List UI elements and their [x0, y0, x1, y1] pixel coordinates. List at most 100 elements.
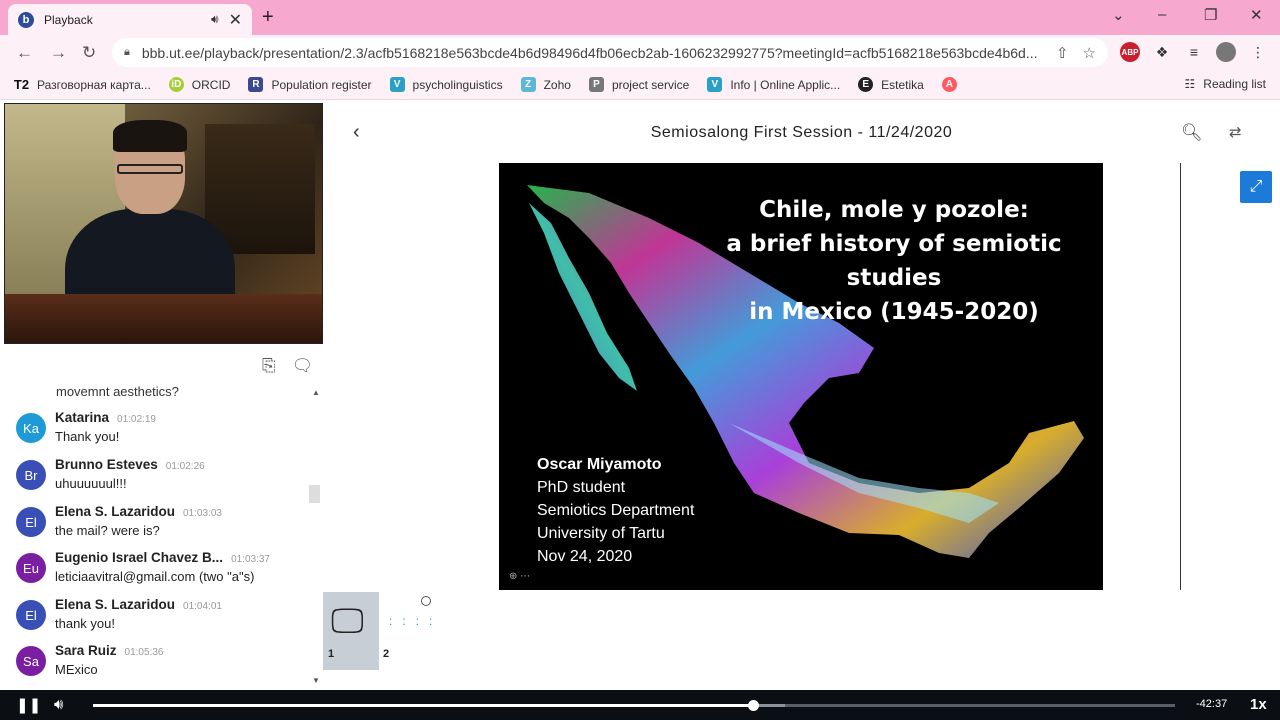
- author-position: PhD student: [537, 479, 626, 496]
- profile-avatar-icon[interactable]: [1216, 42, 1236, 62]
- reading-list-label: Reading list: [1203, 77, 1266, 91]
- speaker-icon[interactable]: 🔊︎: [211, 12, 219, 27]
- chevron-down-icon[interactable]: ⌄: [1112, 6, 1125, 24]
- forward-icon[interactable]: →: [50, 43, 67, 63]
- scroll-down-icon[interactable]: ▼: [312, 676, 320, 685]
- restore-icon[interactable]: ❐: [1204, 6, 1217, 24]
- browser-toolbar: ← → ↻ 🔒︎ bbb.ut.ee/playback/presentation…: [0, 35, 1280, 70]
- lock-icon[interactable]: 🔒︎: [124, 46, 130, 59]
- chat-time: 01:03:03: [183, 508, 222, 519]
- population-register-icon: R: [248, 77, 264, 92]
- chat-author: Elena S. Lazaridou 01:03:03: [55, 504, 222, 519]
- playback-speed-button[interactable]: 1x: [1250, 696, 1267, 713]
- browser-tab[interactable]: b Playback 🔊︎ ✕: [8, 4, 252, 35]
- swap-layout-icon[interactable]: ⇄: [1229, 123, 1242, 141]
- window-close-icon[interactable]: ✕: [1250, 6, 1263, 24]
- chat-text: Thank you!: [55, 429, 120, 444]
- tab-title: Playback: [44, 12, 93, 27]
- chat-scrollbar-thumb[interactable]: [309, 485, 320, 503]
- presentation-slide: Chile, mole y pozole: a brief history of…: [499, 163, 1103, 590]
- bookmark-item[interactable]: R Population register: [248, 77, 372, 92]
- search-icon[interactable]: 🔍︎: [1181, 123, 1203, 143]
- chat-time: 01:02:26: [165, 461, 205, 472]
- bookmark-item[interactable]: Z Zoho: [520, 77, 571, 92]
- bookmark-star-icon[interactable]: ☆: [1083, 44, 1096, 62]
- browser-tab-bar: b Playback 🔊︎ ✕ + ⌄ – ❐ ✕: [0, 0, 1280, 35]
- zoho-icon: Z: [520, 77, 536, 92]
- presentation-title: Semiosalong First Session - 11/24/2020: [650, 124, 953, 141]
- thumbnail-preview: ::::: [389, 614, 443, 628]
- airbnb-icon: A: [941, 77, 957, 92]
- chat-author: Elena S. Lazaridou 01:04:01: [55, 597, 222, 612]
- copy-chat-icon[interactable]: ⎘: [262, 356, 276, 376]
- bookmark-item[interactable]: iD ORCID: [168, 77, 230, 92]
- extensions-puzzle-icon[interactable]: ❖: [1152, 42, 1172, 62]
- progress-handle[interactable]: [748, 700, 760, 711]
- bookmark-item[interactable]: V Info | Online Applic...: [707, 77, 840, 92]
- bookmark-item[interactable]: E Estetika: [858, 77, 924, 92]
- chat-message: Ka Katarina 01:02:19 Thank you!: [16, 410, 306, 454]
- minimize-icon[interactable]: –: [1158, 6, 1166, 23]
- orcid-icon: iD: [168, 77, 184, 92]
- scroll-up-icon[interactable]: ▲: [312, 388, 320, 397]
- chat-author: Eugenio Israel Chavez B... 01:03:37: [55, 550, 270, 565]
- media-control-icon[interactable]: ≡: [1184, 42, 1204, 62]
- bookmark-label: Разговорная карта...: [37, 77, 151, 92]
- progress-fill: [93, 704, 754, 707]
- bookmark-item[interactable]: A: [941, 77, 965, 92]
- bookmark-label: Population register: [271, 77, 372, 92]
- back-icon[interactable]: ←: [16, 43, 33, 63]
- chat-author: Katarina 01:02:19: [55, 410, 156, 425]
- project-service-icon: P: [588, 77, 604, 92]
- chat-message: Sa Sara Ruiz 01:05:36 MExico: [16, 643, 306, 687]
- chat-panel[interactable]: movemnt aesthetics? ▲ ▼ Ka Katarina 01:02…: [4, 380, 322, 688]
- presentation-header: ‹ Semiosalong First Session - 11/24/2020…: [323, 103, 1280, 163]
- pause-icon[interactable]: ❚❚: [16, 696, 41, 714]
- chat-text: uhuuuuuul!!!: [55, 476, 127, 491]
- slide-zoom-controls[interactable]: ⊕ ⋯: [509, 571, 530, 582]
- expand-icon: ⤢: [1249, 178, 1263, 195]
- info-online-icon: V: [707, 77, 723, 92]
- menu-kebab-icon[interactable]: ⋮: [1248, 42, 1268, 62]
- volume-icon[interactable]: 🔊︎: [54, 696, 63, 713]
- slide-thumbnail-icon: [421, 596, 431, 606]
- close-tab-icon[interactable]: ✕: [229, 10, 242, 30]
- more-icon[interactable]: ⋯: [520, 571, 530, 582]
- chat-time: 01:02:19: [117, 414, 156, 425]
- chat-bubble-icon[interactable]: 🗨︎: [292, 356, 314, 376]
- chat-message: El Elena S. Lazaridou 01:03:03 the mail? …: [16, 504, 306, 548]
- zoom-icon[interactable]: ⊕: [509, 571, 517, 582]
- chat-author: Brunno Esteves 01:02:26: [55, 457, 205, 472]
- avatar: Br: [16, 460, 46, 490]
- chat-partial-message: movemnt aesthetics?: [56, 384, 179, 399]
- bookmark-label: Estetika: [881, 77, 924, 92]
- fullscreen-button[interactable]: ⤢: [1240, 171, 1272, 203]
- bookmark-label: psycholinguistics: [412, 77, 503, 92]
- presentation-date: Nov 24, 2020: [537, 548, 633, 565]
- author-name: Oscar Miyamoto: [537, 456, 662, 473]
- avatar: Eu: [16, 553, 46, 583]
- share-icon[interactable]: ⇧: [1056, 44, 1069, 62]
- new-tab-icon[interactable]: +: [262, 6, 274, 29]
- reading-list-button[interactable]: ☷ Reading list: [1185, 77, 1266, 91]
- reload-icon[interactable]: ↻: [82, 43, 96, 63]
- thumbnail-2[interactable]: :::: 2: [381, 592, 463, 670]
- webcam-video[interactable]: [4, 103, 323, 344]
- adblock-extension-icon[interactable]: ABP: [1120, 42, 1140, 62]
- monitor-icon: 🖵︎: [331, 602, 364, 640]
- avatar: Sa: [16, 646, 46, 676]
- bookmark-item[interactable]: V psycholinguistics: [389, 77, 503, 92]
- thumbnail-number: 2: [383, 648, 390, 660]
- address-bar[interactable]: 🔒︎ bbb.ut.ee/playback/presentation/2.3/a…: [112, 38, 1108, 67]
- chat-text: thank you!: [55, 616, 115, 631]
- bookmark-item[interactable]: P project service: [588, 77, 689, 92]
- chat-time: 01:04:01: [183, 601, 222, 612]
- thumbnail-number: 1: [328, 648, 335, 660]
- author-department: Semiotics Department: [537, 502, 695, 519]
- t2-icon: T2: [13, 77, 30, 92]
- bookmarks-bar: T2 Разговорная карта... iD ORCID R Popul…: [0, 70, 1280, 100]
- url-text[interactable]: bbb.ut.ee/playback/presentation/2.3/acfb…: [142, 45, 1042, 61]
- thumbnail-1[interactable]: 🖵︎ 1: [323, 592, 379, 670]
- progress-track[interactable]: [93, 700, 1175, 711]
- bookmark-item[interactable]: T2 Разговорная карта...: [14, 77, 151, 92]
